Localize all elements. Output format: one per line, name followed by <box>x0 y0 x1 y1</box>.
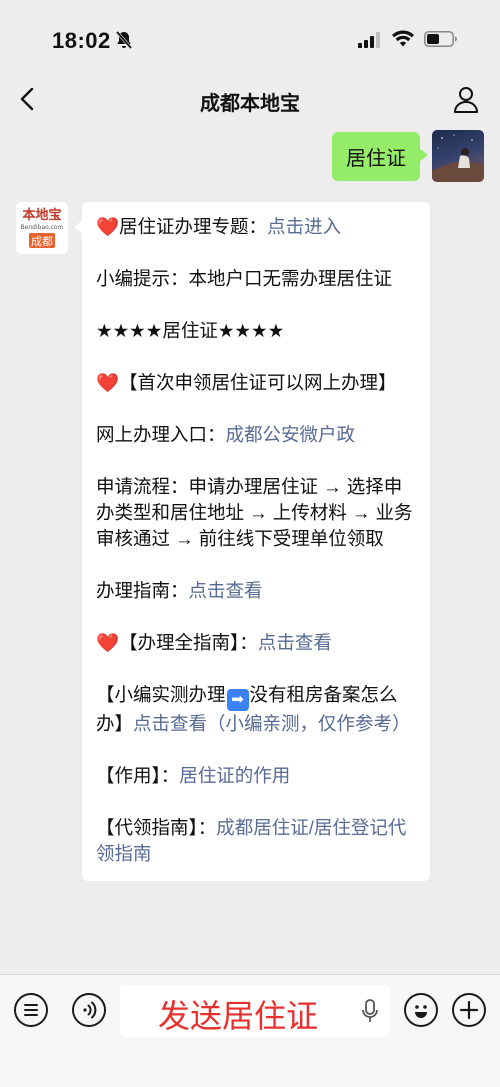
status-time: 18:02 <box>52 28 111 53</box>
msg-process: 申请流程：申请办理居住证 → 选择申办类型和居住地址 → 上传材料 → 业务审核… <box>96 476 413 549</box>
link-view-guide[interactable]: 点击查看 <box>189 580 263 601</box>
voice-icon <box>83 1001 97 1019</box>
msg-full-guide: ❤️【办理全指南】：点击查看 <box>96 630 416 656</box>
message-input[interactable]: 发送居住证 <box>120 985 390 1037</box>
link-enter-topic[interactable]: 点击进入 <box>267 216 341 237</box>
plus-icon <box>459 1000 479 1020</box>
msg-text: 网上办理入口： <box>96 424 226 445</box>
msg-guide: 办理指南：点击查看 <box>96 578 416 604</box>
sent-text: 居住证 <box>346 148 406 170</box>
msg-text: 【作用】： <box>96 765 180 786</box>
msg-text: 【代领指南】： <box>96 817 217 838</box>
msg-usage: 【作用】：居住证的作用 <box>96 763 416 789</box>
svg-text:Bendibao.com: Bendibao.com <box>21 224 64 231</box>
sent-message-row: 居住证 <box>332 130 484 182</box>
msg-test: 【小编实测办理 ➡ 没有租房备案怎么办】点击查看（小编亲测，仅作参考） <box>96 682 416 737</box>
bendibao-logo: 本地宝 Bendibao.com 成都 <box>16 202 68 254</box>
user-avatar-image <box>432 134 484 182</box>
nav-bar: 成都本地宝 <box>0 76 500 122</box>
right-arrow-icon: ➡ <box>226 689 249 711</box>
heart-icon: ❤️ <box>96 216 120 237</box>
voice-button[interactable] <box>72 993 106 1027</box>
chat-area[interactable]: 居住证 本地宝 Bendibao.com 成都 ❤️居住证办理专题：点击进入 小… <box>0 122 500 974</box>
message-input-value: 发送居住证 <box>158 998 319 1034</box>
input-bar: 发送居住证 <box>0 974 500 1087</box>
signal-icon <box>358 32 380 48</box>
plus-button[interactable] <box>452 993 486 1027</box>
person-icon[interactable] <box>452 84 480 114</box>
status-bar: 18:02 <box>0 0 500 80</box>
emoji-icon <box>415 1005 427 1018</box>
heart-icon: ❤️ <box>96 632 120 653</box>
link-view-full-guide[interactable]: 点击查看 <box>258 632 332 653</box>
link-usage[interactable]: 居住证的作用 <box>179 765 290 786</box>
msg-first-apply: ❤️【首次申领居住证可以网上办理】 <box>96 370 416 396</box>
battery-icon <box>424 31 457 47</box>
user-avatar[interactable] <box>432 130 484 182</box>
received-bubble[interactable]: ❤️居住证办理专题：点击进入 小编提示：本地户口无需办理居住证 ★★★★居住证★… <box>74 202 430 881</box>
msg-topic: ❤️居住证办理专题：点击进入 <box>96 214 416 240</box>
mic-icon[interactable] <box>362 999 378 1023</box>
emoji-button[interactable] <box>404 993 438 1027</box>
link-view-test[interactable]: 点击查看（小编亲测，仅作参考） <box>133 713 411 734</box>
msg-text: 【首次申领居住证可以网上办理】 <box>119 372 397 393</box>
menu-button[interactable] <box>14 993 48 1027</box>
msg-tip: 小编提示：本地户口无需办理居住证 <box>96 268 393 289</box>
wifi-icon <box>392 30 414 47</box>
svg-text:成都: 成都 <box>31 235 53 248</box>
menu-icon <box>24 1004 38 1016</box>
link-police-wechat[interactable]: 成都公安微户政 <box>226 424 356 445</box>
heart-icon: ❤️ <box>96 372 120 393</box>
msg-text: 【办理全指南】： <box>119 632 258 653</box>
bell-muted-icon <box>115 31 133 49</box>
svg-text:本地宝: 本地宝 <box>22 207 61 223</box>
sent-bubble[interactable]: 居住证 <box>332 132 428 181</box>
msg-heading: ★★★★居住证★★★★ <box>96 320 285 341</box>
msg-online-entry: 网上办理入口：成都公安微户政 <box>96 422 416 448</box>
bot-avatar[interactable]: 本地宝 Bendibao.com 成都 <box>16 202 68 254</box>
msg-text: 【小编实测办理 <box>96 684 226 705</box>
chat-title: 成都本地宝 <box>200 93 300 115</box>
msg-proxy: 【代领指南】：成都居住证/居住登记代领指南 <box>96 815 416 867</box>
msg-text: 居住证办理专题： <box>119 216 268 237</box>
msg-text: 办理指南： <box>96 580 189 601</box>
